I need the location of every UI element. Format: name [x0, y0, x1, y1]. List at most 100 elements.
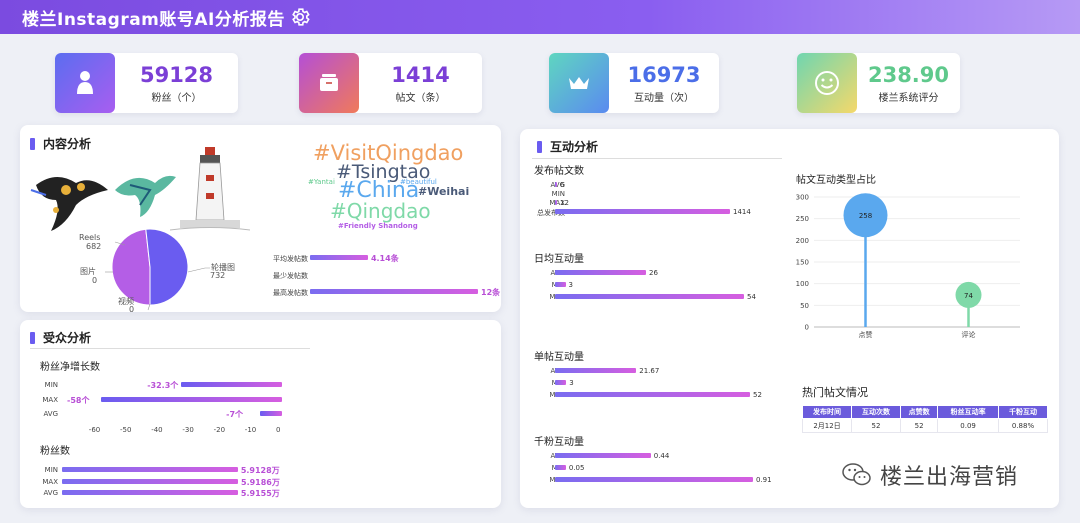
smile-icon [815, 71, 839, 95]
posting-bar-label: 平均发帖数 [273, 255, 308, 263]
followers-bar-value: 5.9128万 [240, 466, 280, 475]
growth-row-label: MIN [44, 381, 58, 389]
posting-bar-label: 最高发帖数 [273, 289, 308, 297]
followers-bar-value: 5.9186万 [241, 478, 280, 487]
kpi-score-label: 楼兰系统评分 [878, 92, 939, 104]
table-row: 2月12日 52 52 0.09 0.88% [802, 418, 1049, 433]
interaction-bar [555, 453, 651, 458]
growth-axis-tick: 0 [276, 426, 281, 434]
audience-analysis-card: 受众分析 粉丝净增长数 MIN -32.3个 MAX -58个 AVG -7个 … [20, 320, 501, 508]
interaction-bar [555, 368, 637, 373]
posting-bar [310, 289, 478, 294]
divider [30, 348, 310, 349]
lollipop-value-label: 258 [859, 212, 872, 220]
kpi-followers-icon-box [55, 53, 115, 113]
content-analysis-title: 内容分析 [30, 135, 91, 152]
table-header: 互动次数 [851, 405, 901, 419]
posting-bar-value: 12条 [481, 288, 501, 297]
interaction-analysis-card: 互动分析 发布帖文数AVG6MINMAX12总发布数1414日均互动量AVG26… [520, 129, 1059, 508]
wordcloud-word: #Friendly Shandong [338, 222, 418, 230]
growth-bar-value: -58个 [67, 396, 90, 405]
kpi-posts-label: 帖文（条） [395, 92, 446, 104]
interaction-bar [555, 200, 557, 205]
table-cell: 2月12日 [802, 418, 852, 433]
interaction-row-label: MAX [549, 199, 565, 207]
growth-row-label: MAX [42, 396, 58, 404]
lollipop-x-tick: 点赞 [859, 330, 873, 339]
divider [532, 158, 782, 159]
kpi-interactions-value: 16973 [627, 62, 701, 87]
growth-axis-tick: -50 [120, 426, 132, 434]
interaction-group-title: 单帖互动量 [534, 352, 584, 363]
followers-bar [62, 467, 238, 472]
growth-axis-tick: -40 [151, 426, 163, 434]
interaction-bar [555, 182, 557, 187]
kpi-posts-value: 1414 [391, 62, 450, 87]
lollipop-y-tick: 200 [796, 237, 809, 245]
kpi-interactions-icon-box [549, 53, 609, 113]
interaction-bar-value: 26 [649, 269, 658, 277]
table-header: 千粉互动 [997, 405, 1049, 419]
growth-axis-tick: -10 [244, 426, 257, 434]
lollipop-title: 帖文互动类型占比 [796, 175, 876, 186]
table-cell: 52 [851, 418, 901, 433]
wechat-icon [842, 463, 871, 486]
followers-bar [62, 490, 238, 495]
page-title: 楼兰Instagram账号AI分析报告 [22, 9, 285, 30]
interaction-bar [555, 392, 750, 397]
audience-analysis-title: 受众分析 [30, 329, 91, 346]
interaction-bar-value: 52 [753, 391, 762, 399]
growth-bar [260, 411, 282, 416]
growth-axis-tick: -20 [213, 426, 226, 434]
followers-row-label: MIN [44, 466, 58, 474]
wordcloud-word: #Yantai [308, 178, 335, 186]
table-cell: 0.09 [937, 418, 999, 433]
lollipop-y-tick: 0 [805, 324, 809, 332]
pie-slice [111, 228, 151, 306]
lollipop-value-label: 74 [964, 292, 973, 300]
pie-label-name: Reels [79, 233, 101, 242]
growth-axis-tick: -60 [88, 426, 101, 434]
growth-bar-value: -7个 [226, 410, 244, 419]
interaction-bar [555, 465, 566, 470]
pie-label-value: 682 [86, 242, 102, 251]
watermark: 楼兰出海营销 [842, 459, 1018, 491]
watermark-text: 楼兰出海营销 [880, 465, 1019, 490]
gear-icon[interactable] [289, 6, 311, 28]
hot-posts-table: 发布时间 互动次数 点赞数 粉丝互动率 千粉互动 2月12日 52 52 0.0… [802, 405, 1049, 433]
pie-label-value: 0 [129, 305, 135, 314]
interaction-group-title: 日均互动量 [534, 254, 584, 265]
kpi-interactions-label: 互动量（次） [634, 92, 694, 104]
kpi-score-value: 238.90 [867, 62, 950, 87]
table-header: 粉丝互动率 [937, 405, 999, 419]
lollipop-y-tick: 150 [796, 259, 809, 267]
growth-row-label: AVG [43, 410, 58, 418]
kpi-interactions: 16973 互动量（次） [549, 53, 719, 113]
person-icon [77, 71, 93, 94]
interaction-bar-value: 6 [560, 181, 565, 189]
crown-icon [569, 77, 589, 89]
interaction-bar-value: 0.05 [568, 464, 585, 472]
growth-title: 粉丝净增长数 [40, 362, 100, 373]
lollipop-y-tick: 300 [796, 194, 809, 202]
interaction-bar [555, 270, 646, 275]
posting-bar-label: 最少发帖数 [273, 272, 308, 280]
lollipop-y-tick: 100 [796, 280, 809, 288]
followers-bar [62, 479, 238, 484]
interaction-bar-value: 54 [747, 293, 756, 301]
pie-label-value: 732 [210, 271, 226, 280]
interaction-bar-value: 3 [568, 281, 573, 289]
table-header: 点赞数 [899, 405, 939, 419]
lollipop-y-tick: 50 [800, 302, 809, 310]
lollipop-y-tick: 250 [796, 215, 809, 223]
posting-bar [310, 255, 368, 260]
growth-axis-tick: -30 [182, 426, 194, 434]
interaction-group-title: 发布帖文数 [534, 166, 584, 177]
interaction-bar-value: 0.91 [756, 476, 772, 484]
growth-bar [181, 382, 282, 387]
kpi-score: 238.90 楼兰系统评分 [797, 53, 960, 113]
kpi-followers-label: 粉丝（个） [151, 92, 202, 104]
kpi-followers-value: 59128 [139, 62, 214, 87]
growth-bar-value: -32.3个 [147, 381, 179, 390]
interaction-bar [555, 294, 744, 299]
